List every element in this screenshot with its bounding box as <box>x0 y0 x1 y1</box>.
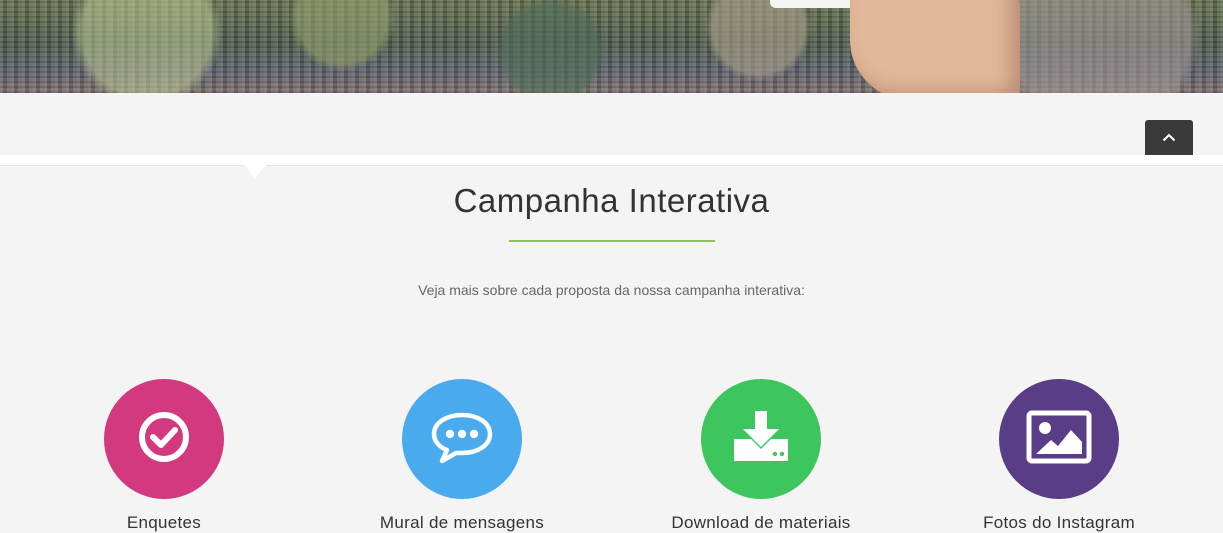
feature-mural-circle[interactable] <box>402 379 522 499</box>
feature-download-circle[interactable] <box>701 379 821 499</box>
chat-bubble-icon <box>430 409 494 470</box>
separator-band <box>0 93 1223 155</box>
feature-enquetes-circle[interactable] <box>104 379 224 499</box>
feature-download[interactable]: Download de materiais <box>641 379 881 533</box>
section-subtitle: Veja mais sobre cada proposta da nossa c… <box>418 282 805 298</box>
feature-mural-label[interactable]: Mural de mensagens <box>342 513 582 533</box>
feature-instagram-label[interactable]: Fotos do Instagram <box>939 513 1179 533</box>
check-circle-icon <box>136 409 192 470</box>
section-pointer-arrow <box>243 164 267 178</box>
feature-enquetes[interactable]: Enquetes <box>44 379 284 533</box>
feature-enquetes-label[interactable]: Enquetes <box>44 513 284 533</box>
hero-hand-image <box>850 0 1020 93</box>
feature-download-label[interactable]: Download de materiais <box>641 513 881 533</box>
image-icon <box>1026 410 1092 469</box>
hero-banner-image <box>0 0 1223 93</box>
scroll-to-top-button[interactable] <box>1145 120 1193 155</box>
chevron-up-icon <box>1162 133 1176 142</box>
feature-instagram-circle[interactable] <box>999 379 1119 499</box>
section-top-border <box>0 155 1223 166</box>
feature-instagram[interactable]: Fotos do Instagram <box>939 379 1179 533</box>
section-title: Campanha Interativa <box>453 182 770 219</box>
title-divider <box>509 240 715 242</box>
download-icon <box>731 409 791 470</box>
feature-mural[interactable]: Mural de mensagens <box>342 379 582 533</box>
